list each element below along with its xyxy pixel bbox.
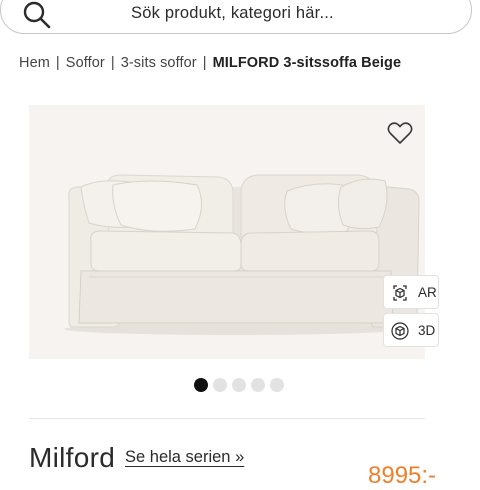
3d-cube-icon [391,322,409,340]
carousel-dot[interactable] [251,378,265,392]
ar-cube-icon [393,285,407,301]
product-price: 8995:- [368,462,437,489]
breadcrumb-3-sits-soffor[interactable]: 3-sits soffor [121,55,197,71]
ar-label: AR [418,285,437,300]
breadcrumb: Hem | Soffor | 3-sits soffor | MILFORD 3-sitss… [19,55,401,71]
breadcrumb-home[interactable]: Hem [19,55,50,71]
carousel-dot[interactable] [270,378,284,392]
product-image-gallery[interactable]: AR 3D [29,105,439,359]
breadcrumb-soffor[interactable]: Soffor [66,55,105,71]
breadcrumb-current: MILFORD 3-sitssoffa Beige [212,55,402,71]
search-icon[interactable] [21,0,53,31]
divider [29,418,425,419]
breadcrumb-separator: | [202,55,207,71]
carousel-dot[interactable] [194,378,208,392]
heart-icon[interactable] [387,121,413,145]
search-input[interactable]: Sök produkt, kategori här... [131,4,334,23]
ar-button[interactable]: AR [383,275,439,309]
carousel-dot[interactable] [232,378,246,392]
product-title: Milford [29,442,116,473]
3d-label: 3D [418,323,436,338]
sofa-product-image [64,174,420,335]
breadcrumb-separator: | [55,55,60,71]
see-series-link[interactable]: Se hela serien » [125,448,244,467]
breadcrumb-separator: | [110,55,115,71]
3d-button[interactable]: 3D [383,313,439,347]
search-bar[interactable]: Sök produkt, kategori här... [0,0,472,34]
carousel-dot[interactable] [213,378,227,392]
